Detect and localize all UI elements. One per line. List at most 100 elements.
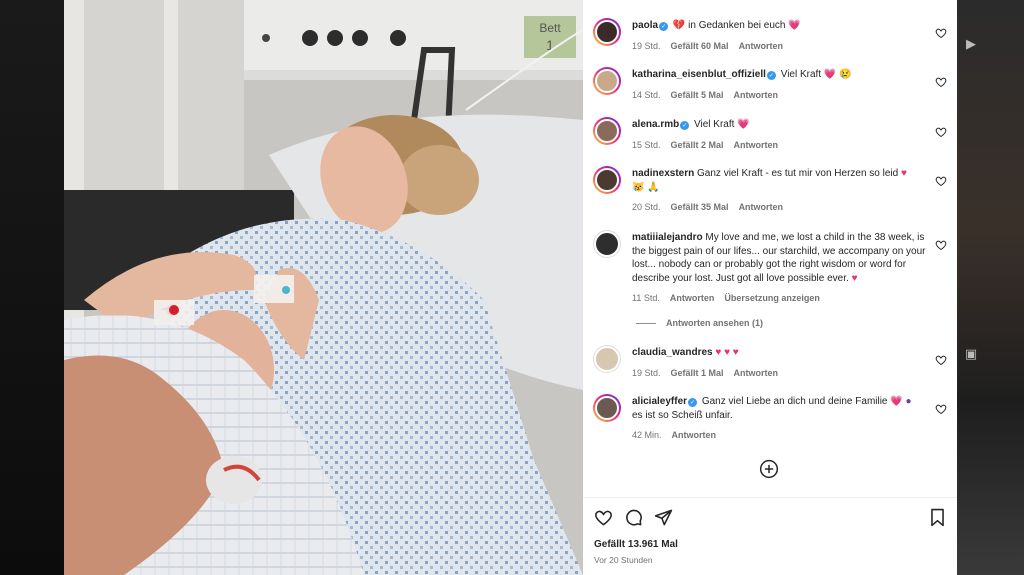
heart-emoji-icon: ♥: [851, 272, 858, 284]
comment-meta: 14 Std. Gefällt 5 Mal Antworten: [632, 90, 788, 100]
comment-meta: 15 Std. Gefällt 2 Mal Antworten: [632, 140, 788, 150]
verified-icon: ✓: [659, 22, 669, 31]
comment-username[interactable]: alicialeyffer: [632, 396, 687, 407]
reply-button[interactable]: Antworten: [734, 368, 779, 378]
translate-button[interactable]: Übersetzung anzeigen: [724, 293, 820, 303]
comment-body: claudia_wandres ♥ ♥ ♥: [632, 346, 932, 360]
comment-time: 14 Std.: [632, 90, 661, 100]
heart-emoji-icon: 💗: [788, 20, 801, 31]
comment-text: in Gedanken bei euch: [688, 20, 786, 31]
avatar-image: [595, 396, 619, 420]
comment-username[interactable]: katharina_eisenblut_offiziell: [632, 69, 766, 80]
comments-list: paola ✓ 💔 in Gedanken bei euch 💗 19 Std. G…: [583, 0, 957, 497]
comment-likes[interactable]: Gefällt 2 Mal: [671, 140, 724, 150]
face-emoji-icon: 😢: [839, 69, 852, 80]
comment-body: alena.rmb ✓ Viel Kraft 💗: [632, 118, 932, 132]
verified-icon: ✓: [766, 71, 776, 80]
comment-time: 19 Std.: [632, 368, 661, 378]
heart-icon[interactable]: [935, 76, 947, 88]
comment-body: paola ✓ 💔 in Gedanken bei euch 💗: [632, 19, 932, 33]
video-icon: ▶: [966, 37, 976, 52]
comment-text: Ganz viel Liebe an dich und deine Famili…: [701, 396, 888, 407]
comment-likes[interactable]: Gefällt 35 Mal: [671, 202, 729, 212]
comment-meta: 20 Std. Gefällt 35 Mal Antworten: [632, 202, 793, 212]
replies-divider: [636, 323, 656, 325]
heart-icon[interactable]: [935, 27, 947, 39]
comment-body: matiiialejandro My love and me, we lost …: [632, 231, 932, 285]
comment-meta: 19 Std. Gefällt 60 Mal Antworten: [632, 41, 793, 51]
comment-username[interactable]: alena.rmb: [632, 119, 679, 130]
comment-meta: 11 Std. Antworten Übersetzung anzeigen: [632, 293, 830, 303]
broken-heart-icon: 💔: [672, 20, 686, 31]
heart-icon[interactable]: [935, 239, 947, 251]
hospital-photo: Bett 1: [64, 0, 583, 575]
avatar-image: [595, 119, 619, 143]
avatar[interactable]: [593, 18, 621, 46]
comment-text: Ganz viel Kraft - es tut mir von Herzen …: [697, 168, 899, 179]
comment-body: alicialeyffer ✓ Ganz viel Liebe an dich u…: [632, 395, 932, 422]
reply-button[interactable]: Antworten: [734, 90, 779, 100]
comment-username[interactable]: claudia_wandres: [632, 347, 713, 358]
heart-emoji-icon: 💗: [737, 119, 750, 130]
comment-likes[interactable]: Gefällt 60 Mal: [671, 41, 729, 51]
view-replies-button[interactable]: Antworten ansehen (1): [636, 318, 763, 328]
reply-button[interactable]: Antworten: [672, 430, 717, 440]
backdrop-left: [0, 0, 64, 575]
comment-username[interactable]: matiiialejandro: [632, 232, 703, 243]
share-icon[interactable]: [654, 508, 673, 527]
post-photo: Bett 1 ›: [64, 0, 583, 575]
backdrop-right: [957, 0, 1024, 575]
avatar-image: [595, 69, 619, 93]
avatar-image: [594, 346, 620, 372]
avatar[interactable]: [593, 117, 621, 145]
comment-icon[interactable]: [624, 508, 643, 527]
avatar[interactable]: [593, 67, 621, 95]
avatar-image: [595, 168, 619, 192]
pray-emoji-icon: 🙏: [647, 181, 660, 193]
comment-text-line2: es ist so Scheiß unfair.: [632, 409, 733, 421]
reply-button[interactable]: Antworten: [739, 202, 784, 212]
gallery-icon: ▣: [964, 347, 978, 362]
comment-likes[interactable]: Gefällt 1 Mal: [671, 368, 724, 378]
bookmark-icon[interactable]: [928, 508, 947, 527]
post-actions: Gefällt 13.961 Mal Vor 20 Stunden: [583, 497, 957, 575]
comment-time: 42 Min.: [632, 430, 662, 440]
comment-body: katharina_eisenblut_offiziell ✓ Viel Kraf…: [632, 68, 932, 82]
comment-meta: 19 Std. Gefällt 1 Mal Antworten: [632, 368, 788, 378]
heart-icon[interactable]: [594, 508, 613, 527]
comment-username[interactable]: paola: [632, 20, 658, 31]
heart-icon[interactable]: [935, 175, 947, 187]
post-likes[interactable]: Gefällt 13.961 Mal: [594, 539, 678, 550]
heart-emoji-icon: ♥ ♥ ♥: [715, 347, 739, 358]
comment-text: Viel Kraft: [780, 69, 822, 80]
heart-emoji-icon: 💗: [823, 69, 837, 80]
reply-button[interactable]: Antworten: [739, 41, 784, 51]
heart-icon[interactable]: [935, 126, 947, 138]
comment-time: 19 Std.: [632, 41, 661, 51]
comment-time: 15 Std.: [632, 140, 661, 150]
view-replies-label: Antworten ansehen (1): [666, 318, 764, 328]
avatar[interactable]: [593, 166, 621, 194]
comment-text: Viel Kraft: [694, 119, 735, 130]
purple-emoji-icon: ●: [905, 396, 912, 407]
comment-username[interactable]: nadinexstern: [632, 168, 694, 179]
heart-icon[interactable]: [935, 354, 947, 366]
bed-label: Bett: [539, 21, 561, 35]
add-comment-icon[interactable]: [759, 459, 779, 479]
verified-icon: ✓: [680, 121, 690, 130]
comment-likes[interactable]: Gefällt 5 Mal: [671, 90, 724, 100]
avatar[interactable]: [593, 345, 621, 373]
avatar[interactable]: [593, 394, 621, 422]
comment-time: 11 Std.: [632, 293, 660, 303]
comment-time: 20 Std.: [632, 202, 661, 212]
avatar[interactable]: [593, 230, 621, 258]
comment-body: nadinexstern Ganz viel Kraft - es tut mi…: [632, 167, 932, 194]
post-panel: paola ✓ 💔 in Gedanken bei euch 💗 19 Std. G…: [583, 0, 957, 575]
reply-button[interactable]: Antworten: [670, 293, 715, 303]
avatar-image: [594, 231, 620, 257]
post-time: Vor 20 Stunden: [594, 555, 653, 565]
comment-meta: 42 Min. Antworten: [632, 430, 726, 440]
cat-emoji-icon: 😿: [632, 181, 645, 193]
heart-icon[interactable]: [935, 403, 947, 415]
reply-button[interactable]: Antworten: [734, 140, 779, 150]
